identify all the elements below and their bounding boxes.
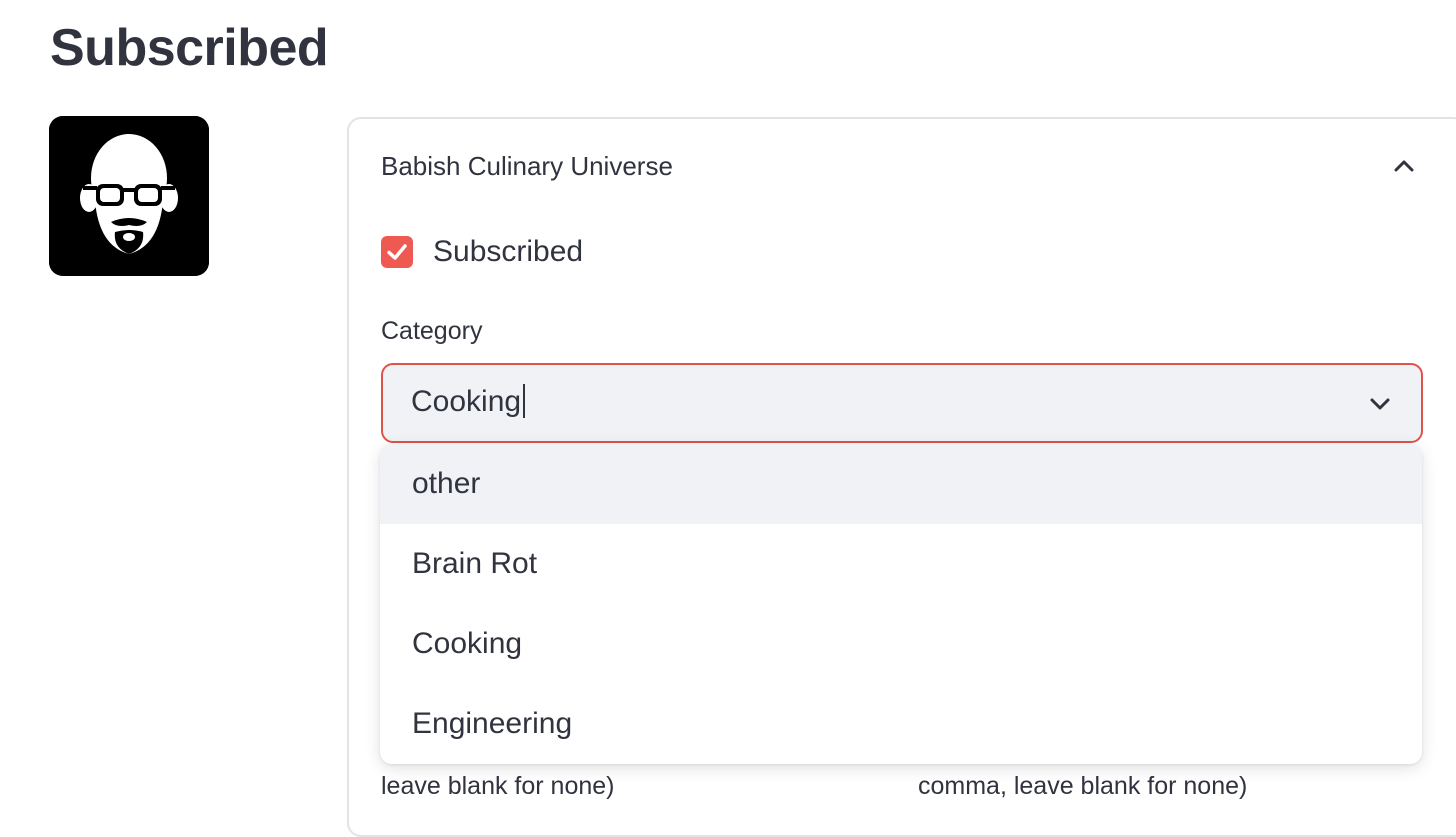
channel-avatar: [49, 116, 209, 276]
subscribed-checkbox[interactable]: Subscribed: [381, 235, 583, 269]
channel-name: Babish Culinary Universe: [381, 151, 673, 181]
category-input[interactable]: Cooking: [411, 384, 526, 419]
category-label: Category: [381, 317, 483, 345]
dropdown-option[interactable]: Cooking: [380, 604, 1422, 684]
text-caret: [523, 384, 526, 419]
chevron-down-icon[interactable]: [1365, 389, 1395, 419]
subscribed-label: Subscribed: [433, 235, 584, 268]
dropdown-option[interactable]: other: [380, 444, 1422, 524]
page-title: Subscribed: [50, 19, 329, 77]
category-select[interactable]: Cooking: [381, 363, 1423, 443]
check-icon[interactable]: [381, 236, 413, 268]
dropdown-option[interactable]: Brain Rot: [380, 524, 1422, 604]
help-text-right: comma, leave blank for none): [918, 772, 1248, 800]
category-dropdown-menu: other Brain Rot Cooking Engineering: [380, 444, 1422, 764]
chevron-up-icon[interactable]: [1389, 151, 1419, 181]
avatar-illustration: [49, 116, 209, 276]
help-text-left: leave blank for none): [381, 772, 615, 800]
dropdown-option[interactable]: Engineering: [380, 684, 1422, 764]
expander-header[interactable]: Babish Culinary Universe: [349, 119, 1456, 215]
